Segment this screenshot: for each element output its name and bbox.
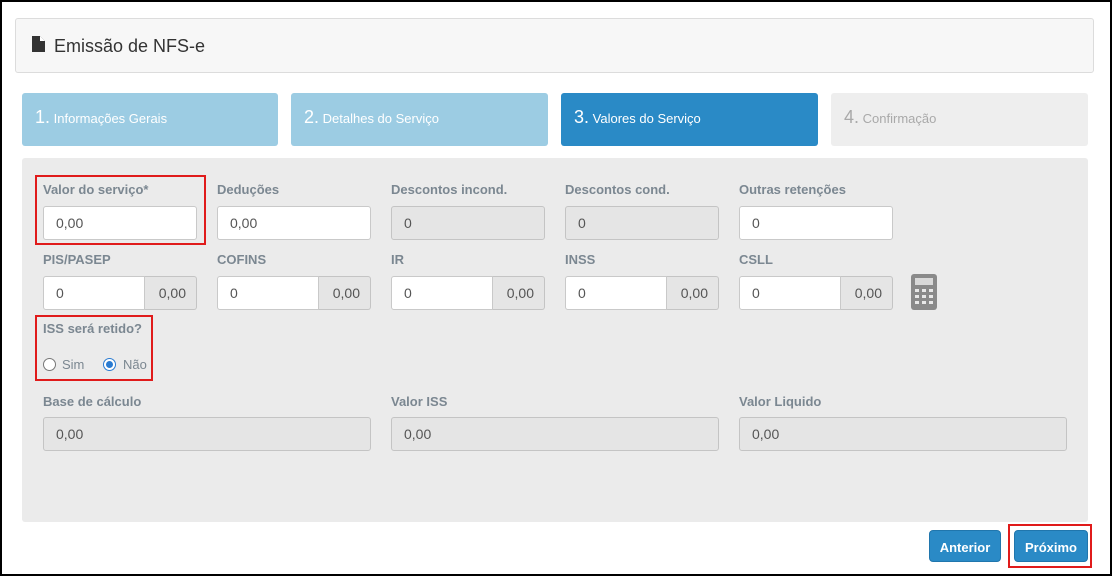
deducoes-label: Deduções <box>217 182 280 197</box>
csll-label: CSLL <box>739 252 773 267</box>
proximo-highlight <box>1008 524 1092 568</box>
base-calculo-label: Base de cálculo <box>43 394 142 409</box>
descontos-incond-input <box>391 206 545 240</box>
step-label: Confirmação <box>862 111 937 126</box>
outras-retencoes-input[interactable] <box>739 206 893 240</box>
inss-amount: 0,00 <box>667 276 719 310</box>
valor-liquido-label: Valor Liquido <box>739 394 822 409</box>
calculator-icon[interactable] <box>911 274 937 310</box>
page-title: Emissão de NFS-e <box>54 36 206 56</box>
step-label: Valores do Serviço <box>592 111 701 126</box>
cofins-amount: 0,00 <box>319 276 371 310</box>
cofins-input[interactable] <box>217 276 319 310</box>
descontos-cond-input <box>565 206 719 240</box>
deducoes-input[interactable] <box>217 206 371 240</box>
anterior-button[interactable]: Anterior <box>929 530 1001 562</box>
page-header: Emissão de NFS-e <box>15 18 1094 73</box>
valor-iss-label: Valor ISS <box>391 394 448 409</box>
csll-amount: 0,00 <box>841 276 893 310</box>
valor-iss-input <box>391 417 719 451</box>
pis-pasep-label: PIS/PASEP <box>43 252 111 267</box>
base-calculo-input <box>43 417 371 451</box>
valor-liquido-input <box>739 417 1067 451</box>
inss-label: INSS <box>565 252 596 267</box>
valor-servico-highlight <box>35 175 206 245</box>
pis-pasep-amount: 0,00 <box>145 276 197 310</box>
ir-amount: 0,00 <box>493 276 545 310</box>
document-icon <box>32 36 45 52</box>
iss-retido-highlight <box>35 315 153 381</box>
step-number: 3. <box>574 107 590 127</box>
step-valores-do-servico[interactable]: 3. Valores do Serviço <box>561 93 818 146</box>
csll-input[interactable] <box>739 276 841 310</box>
cofins-label: COFINS <box>217 252 267 267</box>
step-number: 2. <box>304 107 320 127</box>
descontos-incond-label: Descontos incond. <box>391 182 508 197</box>
ir-input[interactable] <box>391 276 493 310</box>
step-label: Informações Gerais <box>53 111 168 126</box>
step-informacoes-gerais[interactable]: 1. Informações Gerais <box>22 93 278 146</box>
outras-retencoes-label: Outras retenções <box>739 182 846 197</box>
descontos-cond-label: Descontos cond. <box>565 182 670 197</box>
ir-label: IR <box>391 252 404 267</box>
step-number: 1. <box>35 107 51 127</box>
inss-input[interactable] <box>565 276 667 310</box>
pis-pasep-input[interactable] <box>43 276 145 310</box>
step-confirmacao[interactable]: 4. Confirmação <box>831 93 1088 146</box>
step-label: Detalhes do Serviço <box>322 111 439 126</box>
step-number: 4. <box>844 107 860 127</box>
step-detalhes-do-servico[interactable]: 2. Detalhes do Serviço <box>291 93 548 146</box>
